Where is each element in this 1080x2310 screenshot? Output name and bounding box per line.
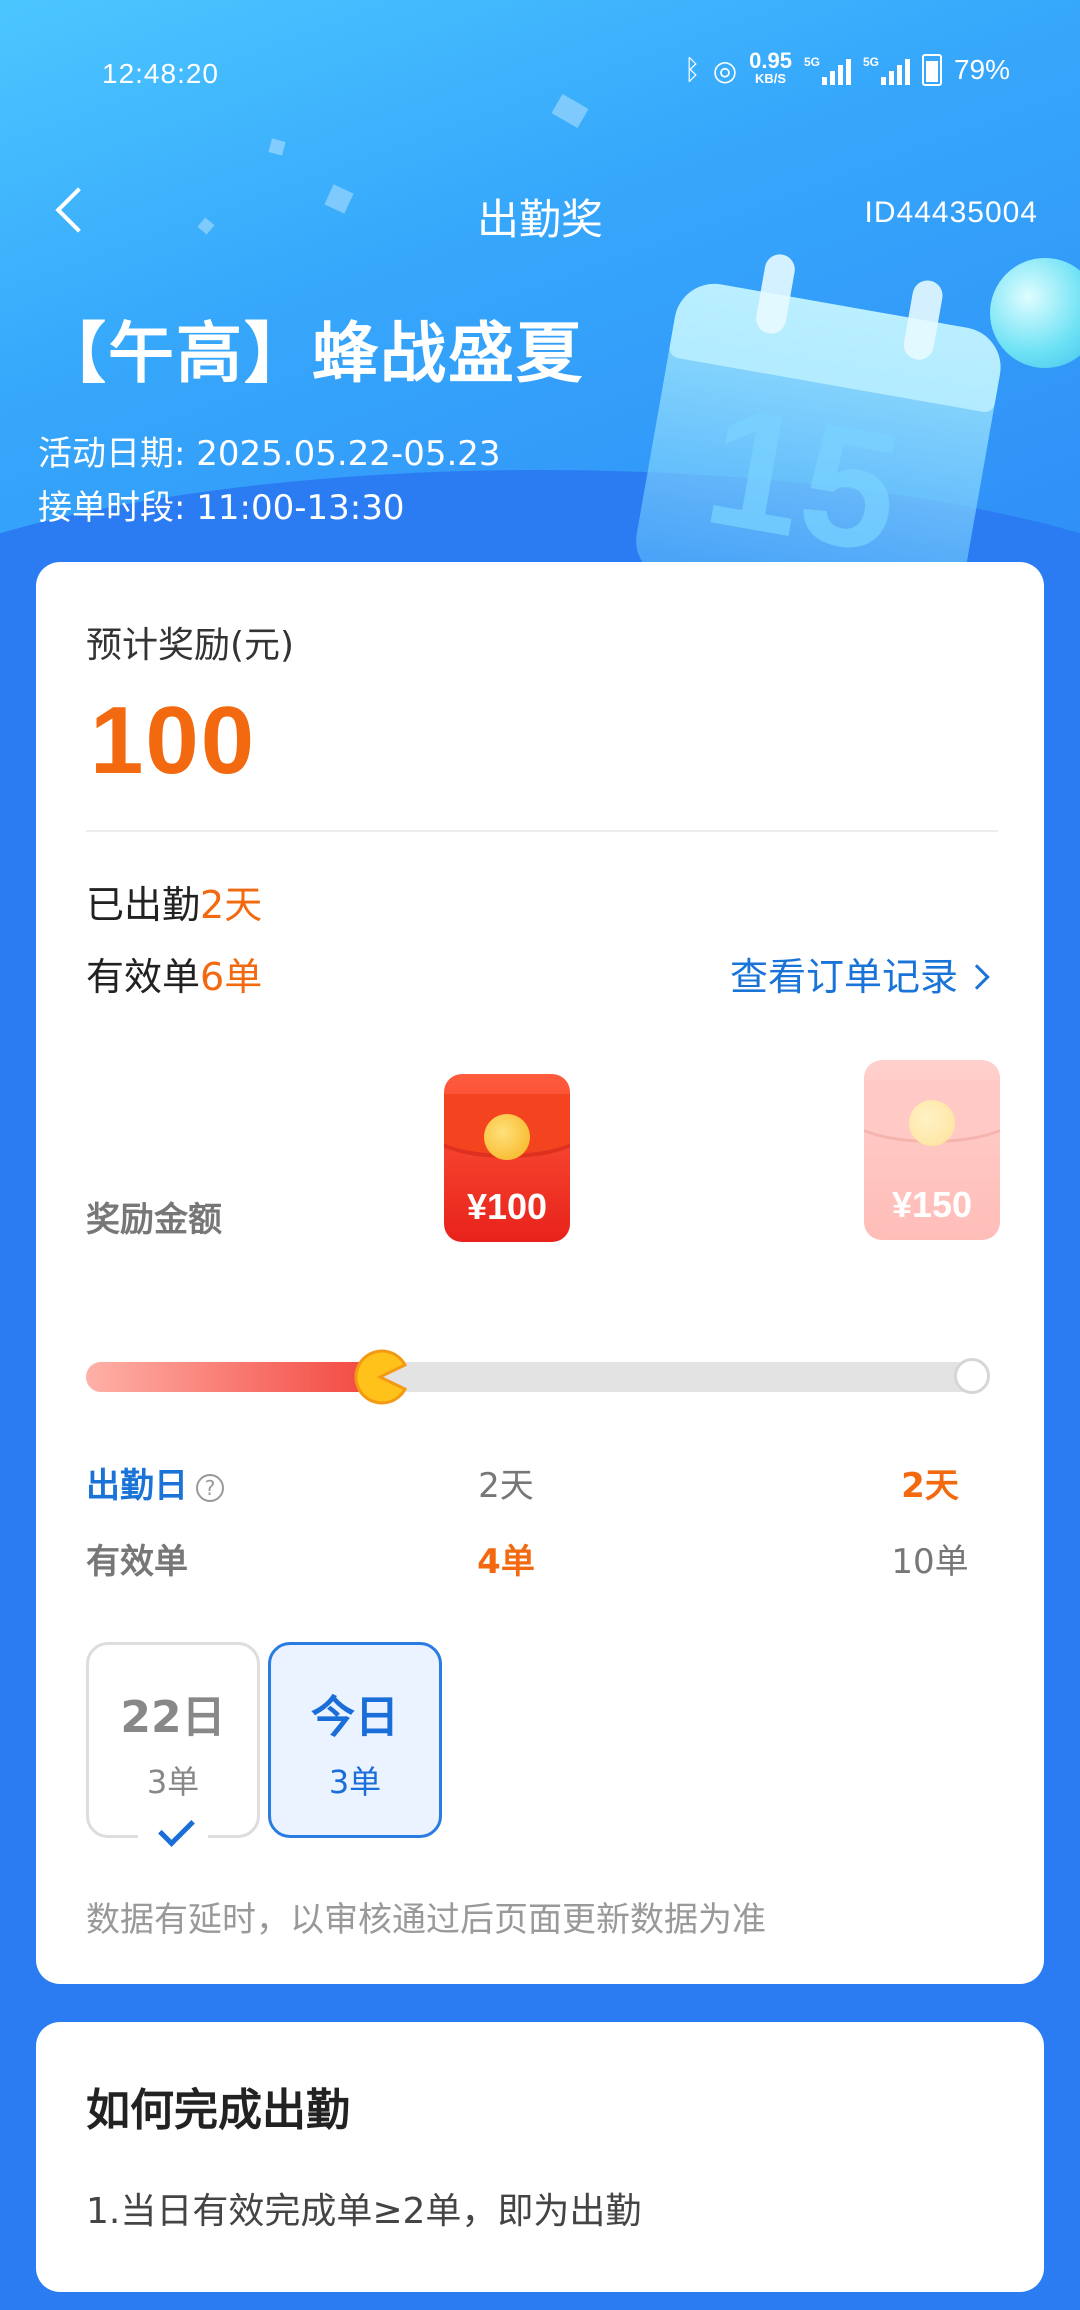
row-label-days: 出勤日? — [86, 1458, 224, 1507]
calendar-number: 15 — [693, 369, 913, 590]
checkmark-icon — [138, 1817, 208, 1857]
calendar-illustration: 15 — [629, 238, 1053, 631]
battery-icon — [921, 54, 942, 86]
how-to-title: 如何完成出勤 — [86, 2085, 350, 2136]
day-tab-today[interactable]: 今日 3单 — [268, 1642, 442, 1838]
data-delay-note: 数据有延时，以审核通过后页面更新数据为准 — [86, 1900, 766, 1940]
event-time: 接单时段: 11:00-13:30 — [38, 488, 405, 528]
valid-orders: 有效单6单 — [86, 955, 263, 999]
help-icon[interactable]: ? — [196, 1473, 224, 1502]
tier-2-orders: 10单 — [891, 1542, 969, 1582]
signal-icon: 5G — [804, 55, 851, 85]
divider — [86, 830, 998, 832]
battery-level: 79% — [953, 54, 1010, 85]
pacman-marker-icon — [354, 1349, 408, 1405]
reward-label: 预计奖励(元) — [86, 625, 295, 666]
chevron-right-icon — [964, 964, 990, 990]
tier-2-days: 2天 — [901, 1466, 959, 1506]
status-time: 12:48:20 — [102, 58, 219, 89]
reward-amount: 100 — [90, 687, 257, 794]
red-envelope-tier-1: ¥100 — [444, 1074, 570, 1242]
prize-label: 奖励金额 — [86, 1200, 222, 1240]
day-tab-22[interactable]: 22日 3单 — [86, 1642, 260, 1857]
progress-track — [86, 1349, 990, 1405]
status-bar: 12:48:20 ᛒ ◎ 0.95 KB/S 5G 5G 79% — [0, 0, 1080, 150]
signal-icon-2: 5G — [863, 55, 910, 85]
tier-1-orders: 4单 — [477, 1542, 535, 1582]
order-record-link[interactable]: 查看订单记录 — [730, 946, 990, 1001]
network-speed: 0.95 KB/S — [749, 48, 792, 87]
red-envelope-tier-2: ¥150 — [864, 1060, 1000, 1240]
progress-fill — [86, 1362, 375, 1392]
location-icon: ◎ — [712, 54, 738, 86]
tier-amount: ¥100 — [466, 1186, 548, 1227]
event-date: 活动日期: 2025.05.22-05.23 — [38, 434, 501, 474]
tier-1-days: 2天 — [478, 1466, 534, 1506]
user-id: ID44435004 — [864, 196, 1038, 229]
coin-icon — [909, 1100, 955, 1146]
how-to-card: 如何完成出勤 1.当日有效完成单≥2单，即为出勤 — [36, 2022, 1044, 2292]
tier-amount: ¥150 — [891, 1184, 973, 1225]
status-indicators: ᛒ ◎ 0.95 KB/S 5G 5G 79% — [683, 48, 1010, 88]
progress-endpoint — [954, 1358, 990, 1394]
coin-icon — [484, 1114, 530, 1160]
how-to-rule: 1.当日有效完成单≥2单，即为出勤 — [86, 2191, 642, 2232]
attendance-days: 已出勤2天 — [86, 883, 263, 927]
reward-card: 预计奖励(元) 100 已出勤2天 有效单6单 查看订单记录 奖励金额 ¥100… — [36, 562, 1044, 1984]
event-title: 【午高】蜂战盛夏 — [40, 315, 584, 392]
bluetooth-icon: ᛒ — [683, 54, 701, 85]
row-label-orders: 有效单 — [86, 1542, 188, 1582]
